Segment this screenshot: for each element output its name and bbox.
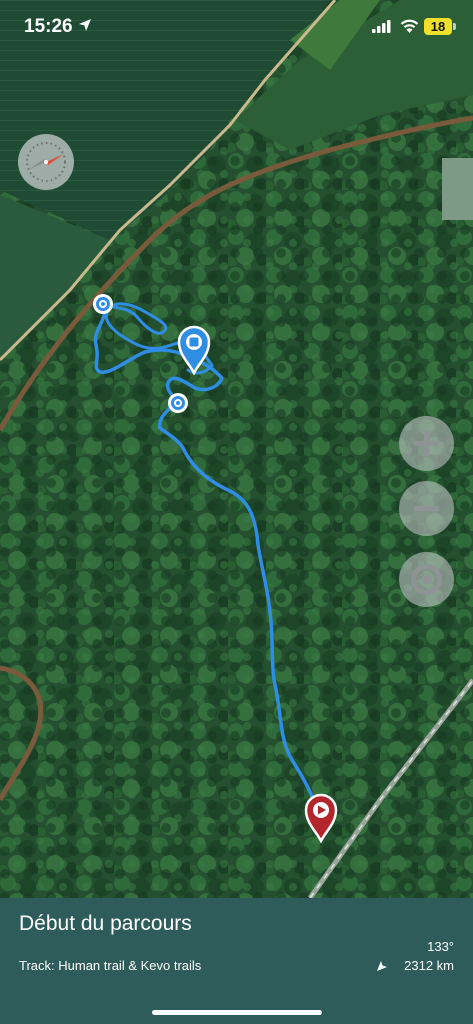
track-end-pin[interactable] xyxy=(177,325,211,375)
heading-value: 133° xyxy=(427,939,454,954)
status-bar: 15:26 18 xyxy=(0,0,473,56)
waypoint-marker-1[interactable] xyxy=(91,292,115,316)
compass-button[interactable] xyxy=(18,134,74,190)
minus-icon xyxy=(414,506,439,511)
track-info-panel[interactable]: Début du parcours Track: Human trail & K… xyxy=(0,898,473,1024)
panel-title: Début du parcours xyxy=(19,912,192,935)
home-indicator[interactable] xyxy=(152,1010,322,1015)
battery-tip xyxy=(453,23,456,30)
status-time: 15:26 xyxy=(24,16,73,37)
plus-icon xyxy=(414,431,439,456)
locate-icon xyxy=(411,564,442,595)
distance-value: 2312 km xyxy=(404,958,454,973)
heading-arrow-icon xyxy=(377,961,387,971)
satellite-map[interactable]: 15:26 18 xyxy=(0,0,473,898)
waypoint-marker-2[interactable] xyxy=(166,391,190,415)
battery-level: 18 xyxy=(424,18,452,35)
zoom-in-button[interactable] xyxy=(399,416,454,471)
cellular-signal-icon xyxy=(372,20,391,33)
locate-button[interactable] xyxy=(399,552,454,607)
wifi-icon xyxy=(400,19,419,33)
location-arrow-icon xyxy=(79,19,91,31)
track-label: Track: Human trail & Kevo trails xyxy=(19,958,202,973)
compass-icon xyxy=(26,142,66,182)
zoom-out-button[interactable] xyxy=(399,481,454,536)
track-start-pin[interactable] xyxy=(304,793,338,843)
